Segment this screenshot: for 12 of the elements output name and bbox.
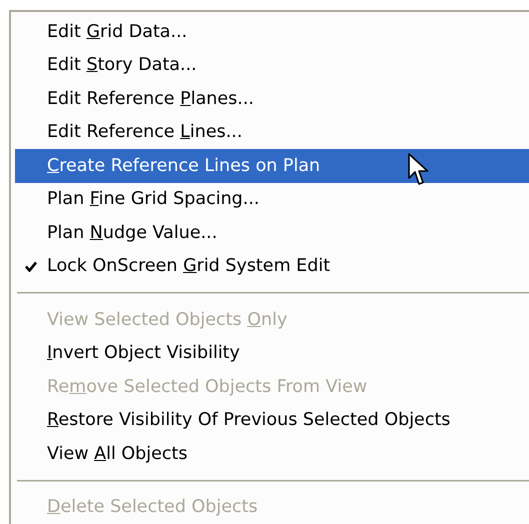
menu-item[interactable]: Plan Fine Grid Spacing...: [15, 182, 529, 216]
menu-item[interactable]: Edit Reference Lines...: [15, 116, 529, 149]
menu-item[interactable]: Edit Reference Planes...: [15, 82, 529, 116]
menu-item[interactable]: Invert Object Visibility: [15, 336, 529, 370]
menu-item[interactable]: Create Reference Lines on Plan: [15, 149, 529, 182]
menu-item[interactable]: Edit Grid Data...: [15, 15, 529, 48]
menu-item[interactable]: Edit Story Data...: [15, 48, 529, 82]
menu-item[interactable]: View All Objects: [15, 437, 529, 470]
menu-item[interactable]: Restore Visibility Of Previous Selected Objects: [15, 404, 529, 437]
menu-item[interactable]: Plan Nudge Value...: [15, 216, 529, 250]
menu-item[interactable]: Lock OnScreen Grid System Edit: [15, 250, 529, 283]
mouse-pointer-icon: [408, 153, 430, 187]
